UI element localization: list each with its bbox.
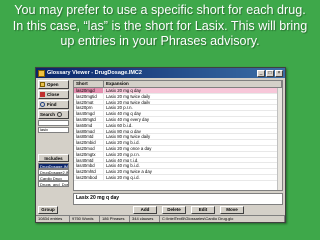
open-label: Open bbox=[47, 82, 59, 87]
window-title: Glossary Viewer - DrugDosage.IMC2 bbox=[47, 70, 142, 76]
filter-field[interactable]: lasix bbox=[38, 127, 69, 133]
expansion-cell: Lasix 20 mg p.r.n. bbox=[106, 151, 140, 157]
short-cell: las20prn bbox=[74, 105, 104, 111]
include-item[interactable]: Drugs_and_Dose bbox=[38, 181, 69, 187]
minimize-button[interactable]: _ bbox=[257, 69, 265, 77]
folder-open-icon bbox=[40, 82, 45, 87]
expansion-cell: Lasix 20 mg q day bbox=[106, 88, 141, 93]
find-icon bbox=[40, 102, 45, 107]
caption-line-2: In this case, “las” is the short for Las… bbox=[12, 18, 308, 33]
expansion-cell: Lasix 20 mg twice daily bbox=[106, 99, 151, 105]
expansion-cell: Lasix 40 mg q day bbox=[106, 111, 141, 116]
search-icon bbox=[57, 112, 63, 117]
app-icon bbox=[38, 69, 45, 77]
status-bar: 10834 entries 9750 Words 186 Phrases 344… bbox=[36, 215, 285, 222]
open-button[interactable]: Open bbox=[38, 80, 69, 89]
expansion-cell: Lasix 40 mg b.i.d. bbox=[106, 163, 140, 169]
glossary-viewer-window: Glossary Viewer - DrugDosage.IMC2 _ □ × … bbox=[35, 67, 286, 223]
add-button[interactable]: Add bbox=[133, 206, 157, 214]
short-cell: las20mhtd bbox=[74, 169, 104, 174]
sidebar: Open Close Find Search lasix bbox=[38, 80, 69, 133]
short-cell: las20mgd bbox=[74, 88, 104, 93]
expansion-column-header[interactable]: Expansion bbox=[104, 81, 282, 87]
expansion-cell: Lasix 20 mg twice a day bbox=[106, 169, 152, 174]
table-header: Short Expansion bbox=[74, 81, 282, 88]
expansion-cell: Lasix 40 mg every day bbox=[106, 116, 149, 122]
short-cell: las40mgd bbox=[74, 111, 104, 116]
edit-button[interactable]: Edit bbox=[191, 206, 215, 214]
status-path: C:\IntelText5\Glossaries\Cardio Drug.glo bbox=[160, 216, 285, 222]
search-field[interactable] bbox=[38, 120, 69, 126]
search-button[interactable]: Search bbox=[38, 110, 69, 119]
expansion-cell: Lasix 20 mg twice daily bbox=[106, 93, 151, 99]
vertical-scrollbar[interactable] bbox=[277, 88, 282, 190]
status-phrases: 186 Phrases bbox=[100, 216, 130, 222]
delete-button[interactable]: Delete bbox=[162, 206, 186, 214]
expansion-cell: Lasix 20 mg b.i.d. bbox=[106, 140, 140, 145]
short-cell: las80mgd bbox=[74, 128, 104, 134]
expansion-edit-box[interactable]: Lasix 20 mg q day bbox=[73, 193, 283, 205]
close-label: Close bbox=[47, 92, 60, 97]
caption-line-1: You may prefer to use a specific short f… bbox=[14, 3, 306, 17]
status-entries: 10834 entries bbox=[36, 216, 70, 222]
close-button[interactable]: Close bbox=[38, 90, 69, 99]
slide-caption: You may prefer to use a specific short f… bbox=[0, 3, 320, 50]
find-button[interactable]: Find bbox=[38, 100, 69, 109]
maximize-button[interactable]: □ bbox=[266, 69, 274, 77]
bottom-toolbar: Group Add Delete Edit Move bbox=[38, 206, 283, 215]
expansion-cell: Lasix 20 p.r.n. bbox=[106, 105, 133, 111]
short-cell: las20mbod bbox=[74, 174, 104, 180]
close-icon bbox=[40, 92, 45, 97]
includes-panel: Includes DrugDosage.IMC2 DrugDosage2.IMC… bbox=[38, 154, 69, 187]
expansion-cell: Lasix 40 mg t.i.d. bbox=[106, 157, 139, 163]
short-cell: las80mtd bbox=[74, 134, 104, 140]
find-label: Find bbox=[47, 102, 57, 107]
short-cell: las40mbd bbox=[74, 163, 104, 169]
short-column-header[interactable]: Short bbox=[74, 81, 104, 87]
short-cell: las40mgtd bbox=[74, 116, 104, 122]
short-cell: las20mod bbox=[74, 145, 104, 151]
short-cell: las20mgt bbox=[74, 99, 104, 105]
expansion-cell: Lasix 20 mg once a day bbox=[106, 145, 152, 151]
close-window-button[interactable]: × bbox=[275, 69, 283, 77]
expansion-cell: Lasix 60 b.i.d. bbox=[106, 122, 133, 128]
status-words: 9750 Words bbox=[70, 216, 100, 222]
short-cell: las20mgtx bbox=[74, 151, 104, 157]
caption-line-3: up entries in your Phrases advisory. bbox=[60, 34, 260, 48]
expansion-cell: Lasix 80 mg twice daily bbox=[106, 134, 151, 140]
status-clauses: 344 clauses bbox=[130, 216, 160, 222]
move-button[interactable]: Move bbox=[220, 206, 244, 214]
short-cell: las60md bbox=[74, 122, 104, 128]
title-bar[interactable]: Glossary Viewer - DrugDosage.IMC2 _ □ × bbox=[36, 68, 285, 78]
short-cell: las20mbid bbox=[74, 140, 104, 145]
includes-button[interactable]: Includes bbox=[38, 154, 69, 162]
search-label: Search bbox=[40, 112, 56, 117]
short-cell: las20mgtid bbox=[74, 93, 104, 99]
table-body: las20mgd Lasix 20 mg q day las20mgtid Lasix… bbox=[74, 88, 282, 181]
group-button[interactable]: Group bbox=[38, 206, 58, 214]
expansion-cell: Lasix 80 mg q day bbox=[106, 128, 141, 134]
short-cell: las40mtd bbox=[74, 157, 104, 163]
table-row[interactable]: las20mbod Lasix 20 mg q.i.d. bbox=[74, 174, 282, 181]
expansion-cell: Lasix 20 mg q.i.d. bbox=[106, 174, 140, 180]
glossary-table: Short Expansion las20mgd Lasix 20 mg q da… bbox=[73, 80, 283, 191]
